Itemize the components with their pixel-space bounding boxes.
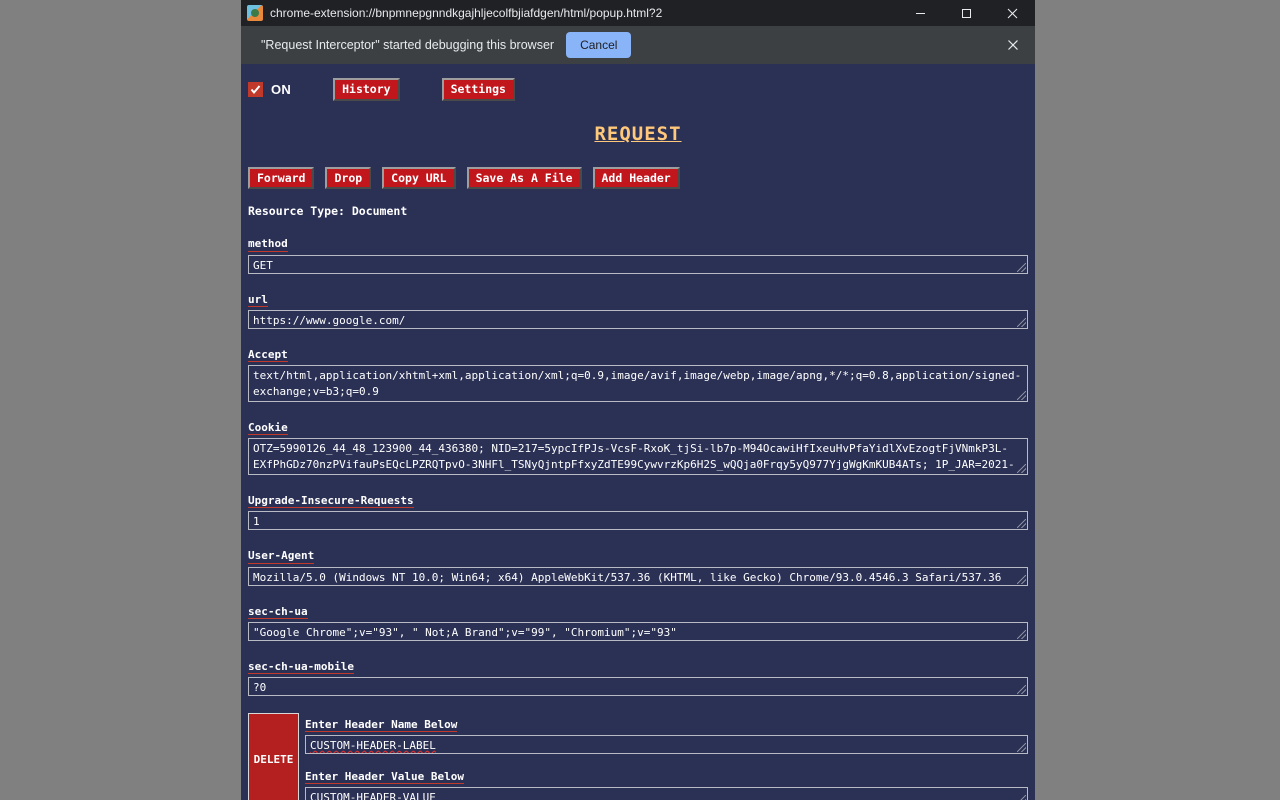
minimize-icon[interactable] xyxy=(897,0,943,26)
field-custom-header-value: Enter Header Value Below xyxy=(305,765,1028,800)
browser-window: chrome-extension://bnpmnepgnndkgajhljeco… xyxy=(241,0,1035,800)
drop-button[interactable]: Drop xyxy=(325,167,372,190)
extension-favicon-icon xyxy=(247,5,263,21)
sec-ch-ua-mobile-input[interactable] xyxy=(248,676,1028,696)
custom-header-fields: Enter Header Name Below Enter Header Val… xyxy=(305,713,1028,800)
custom-header-block: DELETE Enter Header Name Below Enter Hea… xyxy=(248,712,1028,800)
page-title: REQUEST xyxy=(594,123,682,145)
field-input-wrap-accept xyxy=(248,364,1028,402)
field-sec-ch-ua-mobile: sec-ch-ua-mobile xyxy=(248,655,1028,696)
field-url: url xyxy=(248,288,1028,329)
method-input[interactable] xyxy=(248,254,1028,274)
sec-ch-ua-input[interactable] xyxy=(248,621,1028,641)
upgrade-insecure-requests-input[interactable] xyxy=(248,511,1028,531)
field-input-wrap-cookie xyxy=(248,438,1028,476)
title-bar: chrome-extension://bnpmnepgnndkgajhljeco… xyxy=(241,0,1035,26)
field-label-upgrade-insecure-requests: Upgrade-Insecure-Requests xyxy=(248,494,414,509)
url-input[interactable] xyxy=(248,309,1028,329)
save-as-a-file-button[interactable]: Save As A File xyxy=(466,167,582,190)
accept-input[interactable] xyxy=(248,364,1028,402)
enable-checkbox[interactable] xyxy=(248,82,263,97)
debugger-infobar: "Request Interceptor" started debugging … xyxy=(241,26,1035,64)
field-sec-ch-ua: sec-ch-ua xyxy=(248,600,1028,641)
field-label-sec-ch-ua-mobile: sec-ch-ua-mobile xyxy=(248,659,354,674)
maximize-icon[interactable] xyxy=(943,0,989,26)
user-agent-input[interactable] xyxy=(248,566,1028,586)
custom-header-value-wrap xyxy=(305,787,1028,800)
field-input-wrap-user-agent xyxy=(248,566,1028,586)
field-input-wrap-url xyxy=(248,309,1028,329)
settings-button[interactable]: Settings xyxy=(441,78,515,101)
field-label-cookie: Cookie xyxy=(248,420,288,436)
field-label-url: url xyxy=(248,292,268,307)
window-controls xyxy=(897,0,1035,26)
field-input-wrap-upgrade-insecure-requests xyxy=(248,511,1028,531)
close-icon[interactable] xyxy=(989,0,1035,26)
field-label-method: method xyxy=(248,237,288,252)
field-input-wrap-sec-ch-ua-mobile xyxy=(248,676,1028,696)
custom-header-name-input[interactable] xyxy=(305,735,1028,755)
copy-url-button[interactable]: Copy URL xyxy=(382,167,456,190)
history-button[interactable]: History xyxy=(333,78,400,101)
field-accept: Accept xyxy=(248,343,1028,402)
popup-page: ON History Settings REQUEST Forward Drop… xyxy=(241,64,1035,800)
infobar-message: "Request Interceptor" started debugging … xyxy=(261,38,555,52)
add-header-button[interactable]: Add Header xyxy=(592,167,680,190)
field-label-sec-ch-ua: sec-ch-ua xyxy=(248,604,308,619)
field-user-agent: User-Agent xyxy=(248,544,1028,586)
custom-header-name-label: Enter Header Name Below xyxy=(305,717,458,733)
enable-label: ON xyxy=(271,82,292,97)
infobar-close-icon[interactable] xyxy=(1001,33,1025,57)
cookie-input[interactable] xyxy=(248,438,1028,476)
field-method: method xyxy=(248,232,1028,274)
field-cookie: Cookie xyxy=(248,416,1028,476)
forward-button[interactable]: Forward xyxy=(248,167,315,190)
field-label-accept: Accept xyxy=(248,347,288,362)
field-input-wrap-sec-ch-ua xyxy=(248,621,1028,641)
action-buttons: Forward Drop Copy URL Save As A File Add… xyxy=(248,167,1028,190)
field-upgrade-insecure-requests: Upgrade-Insecure-Requests xyxy=(248,489,1028,531)
window-title: chrome-extension://bnpmnepgnndkgajhljeco… xyxy=(270,6,663,20)
custom-header-name-wrap xyxy=(305,735,1028,755)
field-custom-header-name: Enter Header Name Below xyxy=(305,713,1028,755)
custom-header-value-input[interactable] xyxy=(305,787,1028,800)
field-label-user-agent: User-Agent xyxy=(248,549,315,564)
field-input-wrap-method xyxy=(248,254,1028,274)
delete-header-button[interactable]: DELETE xyxy=(248,712,299,800)
infobar-cancel-button[interactable]: Cancel xyxy=(566,32,632,58)
resource-type-text: Resource Type: Document xyxy=(248,204,408,219)
toolbar: ON History Settings xyxy=(248,74,1028,102)
custom-header-value-label: Enter Header Value Below xyxy=(305,770,464,785)
